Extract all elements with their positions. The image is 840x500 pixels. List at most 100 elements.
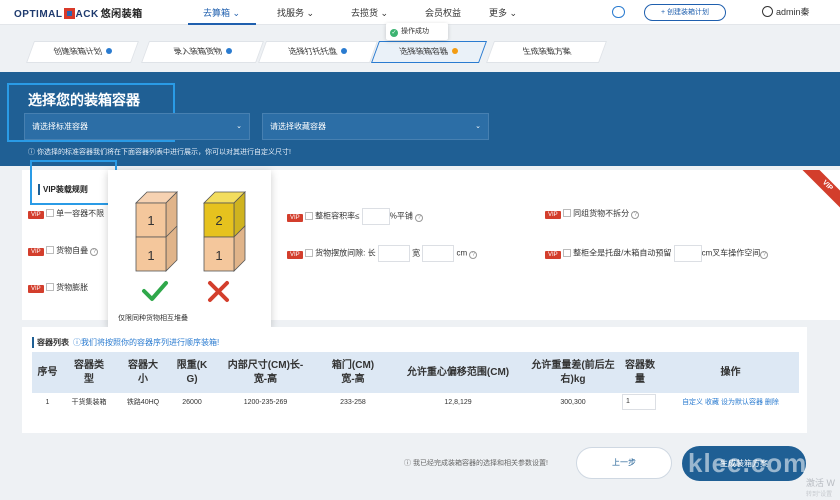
favorite-container-select[interactable]: 请选择收藏容器 ⌄ — [262, 113, 489, 140]
th-text: 小 — [138, 373, 148, 385]
checkbox[interactable] — [45, 283, 54, 291]
nav-item-go-calc[interactable]: 去算箱 ⌄ — [203, 6, 240, 19]
chevron-down-icon: ⌄ — [232, 8, 241, 18]
rule-label: 单一容器不限 — [56, 209, 105, 218]
step-select-pallet[interactable]: 选择打托托盘 — [257, 41, 379, 63]
vip-ribbon: VIP — [798, 170, 840, 210]
help-icon[interactable]: ? — [415, 213, 424, 222]
step-label: 选择装箱容器 — [398, 47, 450, 56]
checkbox[interactable] — [304, 211, 313, 220]
vip-rules-title: VIP装载规则 — [38, 184, 88, 195]
rule-label: 整柜容积率≤ — [315, 211, 360, 221]
chat-icon[interactable] — [612, 6, 625, 18]
unit-label: cm叉车操作空间 — [701, 248, 761, 258]
th-door: 箱门(CM) 宽-高 — [318, 352, 388, 393]
nav-item-membership[interactable]: 会员权益 — [425, 6, 461, 19]
help-icon[interactable]: ? — [631, 211, 640, 219]
help-icon[interactable]: ? — [469, 250, 478, 259]
spacing-length-input[interactable] — [377, 245, 410, 262]
vip-tag: VIP — [287, 213, 303, 222]
th-index: 序号 — [32, 352, 63, 393]
rule-label: 整柜全是托盘/木箱自动预留 — [573, 248, 672, 258]
check-icon — [142, 281, 168, 301]
rule-pallet-reserve: VIP 整柜全是托盘/木箱自动预留 cm叉车操作空间? — [545, 245, 769, 262]
rule-fill-rate: VIP 整柜容积率≤ %平铺 ? — [287, 208, 424, 225]
fill-rate-input[interactable] — [361, 208, 390, 225]
vip-tag: VIP — [545, 250, 561, 259]
username: admin秦 — [776, 7, 810, 17]
width-label: 宽 — [412, 248, 421, 258]
nav-item-collect-goods[interactable]: 去揽货 ⌄ — [351, 6, 388, 19]
rule-label: 货物自叠 — [56, 246, 89, 255]
th-text: 操作 — [720, 366, 741, 378]
step-create-plan[interactable]: 创建装箱计划 — [25, 41, 140, 63]
box-label: 2 — [215, 213, 222, 228]
th-text: G) — [186, 373, 198, 385]
chevron-down-icon: ⌄ — [236, 123, 242, 130]
right-stack: 2 1 — [203, 191, 246, 272]
help-icon[interactable]: ? — [90, 248, 99, 256]
th-text: 限重(K — [176, 360, 208, 371]
customize-link[interactable]: 自定义 — [682, 399, 703, 406]
nav-label: 去算箱 — [203, 8, 231, 18]
hero-hint: ⓘ 你选择的标准容器我们将在下面容器列表中进行展示，你可以对其进行自定义尺寸! — [28, 149, 291, 156]
checkbox[interactable] — [45, 246, 54, 254]
th-text: 容器数 — [625, 360, 655, 371]
pack-logo-icon — [63, 8, 75, 19]
left-stack: 1 1 — [135, 191, 178, 272]
delete-link[interactable]: 删除 — [765, 399, 779, 406]
stacking-caption: 仅限同种货物相互堆叠 — [118, 315, 188, 322]
th-text: 量 — [635, 373, 645, 385]
rule-same-group: VIP 同组货物不拆分 ? — [545, 208, 640, 219]
prev-button[interactable]: 上一步 — [576, 447, 672, 479]
checkbox[interactable] — [45, 209, 54, 217]
vip-tag: VIP — [28, 285, 44, 293]
vip-tag: VIP — [545, 211, 561, 219]
status-dot-icon — [452, 48, 458, 54]
th-text: 宽-高 — [253, 373, 278, 385]
forklift-space-input[interactable] — [673, 245, 702, 262]
th-qty: 容器数量 — [618, 352, 662, 393]
vip-corner: VIP — [789, 170, 840, 210]
nav-label: 会员权益 — [425, 8, 462, 18]
unit-label: %平铺 — [389, 211, 413, 221]
checkbox[interactable] — [562, 248, 571, 257]
highlight-frame — [30, 160, 117, 205]
nav-item-more[interactable]: 更多 ⌄ — [489, 6, 517, 19]
step-select-container[interactable]: 选择装箱容器 — [370, 41, 488, 63]
nav-item-find-service[interactable]: 找服务 ⌄ — [277, 6, 314, 19]
activation-watermark-sub: 转到"设置 — [806, 492, 833, 498]
standard-container-select[interactable]: 请选择标准容器 ⌄ — [24, 113, 250, 140]
cell-cg-offset: 12,8,129 — [444, 399, 472, 406]
step-generate-plan[interactable]: 生成装载方案 — [485, 41, 608, 63]
list-subtitle: ⓘ我们将按照你的容器序列进行顺序装箱! — [73, 338, 220, 347]
checkbox[interactable] — [562, 209, 571, 217]
create-plan-button[interactable]: + 创建装箱计划 — [644, 4, 726, 21]
th-weight-diff: 允许重量差(前后左 右)kg — [528, 352, 618, 393]
th-text: 容器大 — [128, 360, 158, 371]
th-type: 容器类型 — [63, 352, 115, 393]
spacing-width-input[interactable] — [422, 245, 455, 262]
th-size: 容器大小 — [115, 352, 171, 393]
set-default-link[interactable]: 设为默认容器 — [721, 399, 763, 406]
user-menu[interactable]: admin秦 — [762, 5, 810, 18]
nav-label: 去揽货 — [351, 8, 379, 18]
help-icon[interactable]: ? — [760, 250, 769, 259]
step-label: 选择打托托盘 — [287, 47, 339, 56]
checkbox[interactable] — [304, 248, 313, 257]
toast-success: ✓ 操作成功 — [386, 23, 448, 40]
box-label: 1 — [215, 248, 222, 263]
table-header: 序号 容器类型 容器大小 限重(K G) 内部尺寸(CM)长- 宽-高 箱门(CM)… — [32, 352, 799, 393]
rule-label: 货物膨胀 — [56, 283, 89, 292]
favorite-link[interactable]: 收藏 — [705, 399, 719, 406]
th-text: 容器类 — [74, 360, 104, 371]
brand-logo[interactable]: OPTIMAL ACK 悠闲装箱 — [14, 5, 143, 20]
cell-type: 干货集装箱 — [71, 399, 107, 406]
step-enter-goods[interactable]: 录入装箱货物 — [140, 41, 265, 63]
th-cg-offset: 允许重心偏移范围(CM) — [388, 352, 528, 393]
status-dot-icon — [225, 48, 232, 54]
qty-input[interactable]: 1 — [622, 394, 656, 410]
vip-tag: VIP — [28, 211, 44, 219]
rule-spacing: VIP 货物摆放间隙: 长 宽 cm ? — [287, 245, 478, 262]
rule-single-container[interactable]: VIP 单一容器不限 — [28, 208, 104, 219]
